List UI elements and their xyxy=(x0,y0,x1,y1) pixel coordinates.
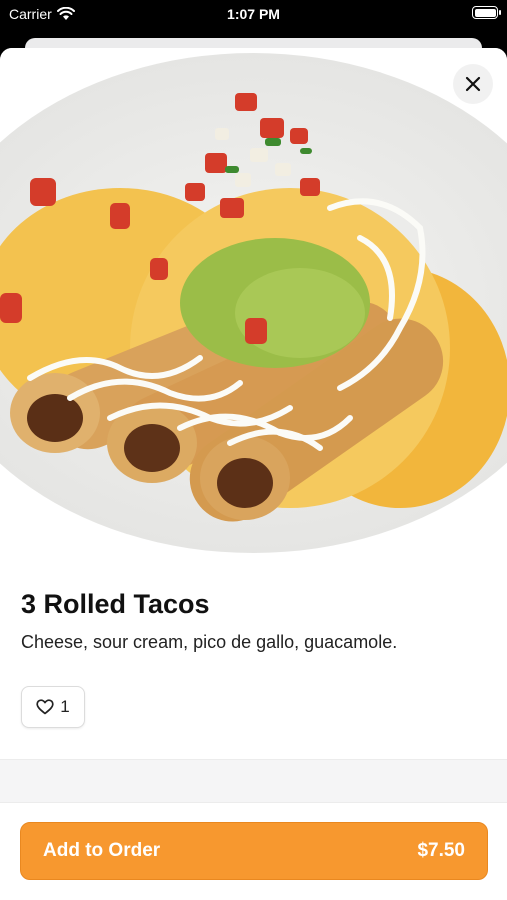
item-detail-sheet: 3 Rolled Tacos Cheese, sour cream, pico … xyxy=(0,48,507,900)
item-photo xyxy=(0,48,507,553)
like-button[interactable]: 1 xyxy=(21,686,85,728)
add-to-order-button[interactable]: Add to Order $7.50 xyxy=(20,822,488,880)
item-description: Cheese, sour cream, pico de gallo, guaca… xyxy=(21,632,398,652)
price-label: $7.50 xyxy=(417,840,465,861)
close-button[interactable] xyxy=(453,64,493,104)
battery-icon xyxy=(472,6,501,19)
section-divider xyxy=(0,759,507,803)
like-count: 1 xyxy=(60,697,70,716)
add-to-order-label: Add to Order xyxy=(43,840,161,861)
close-icon xyxy=(465,76,481,92)
rolled-tacos-photo xyxy=(0,53,507,553)
clock: 1:07 PM xyxy=(227,6,280,22)
item-title: 3 Rolled Tacos xyxy=(21,589,210,619)
status-bar: Carrier 1:07 PM xyxy=(0,0,507,30)
heart-icon xyxy=(36,699,54,715)
